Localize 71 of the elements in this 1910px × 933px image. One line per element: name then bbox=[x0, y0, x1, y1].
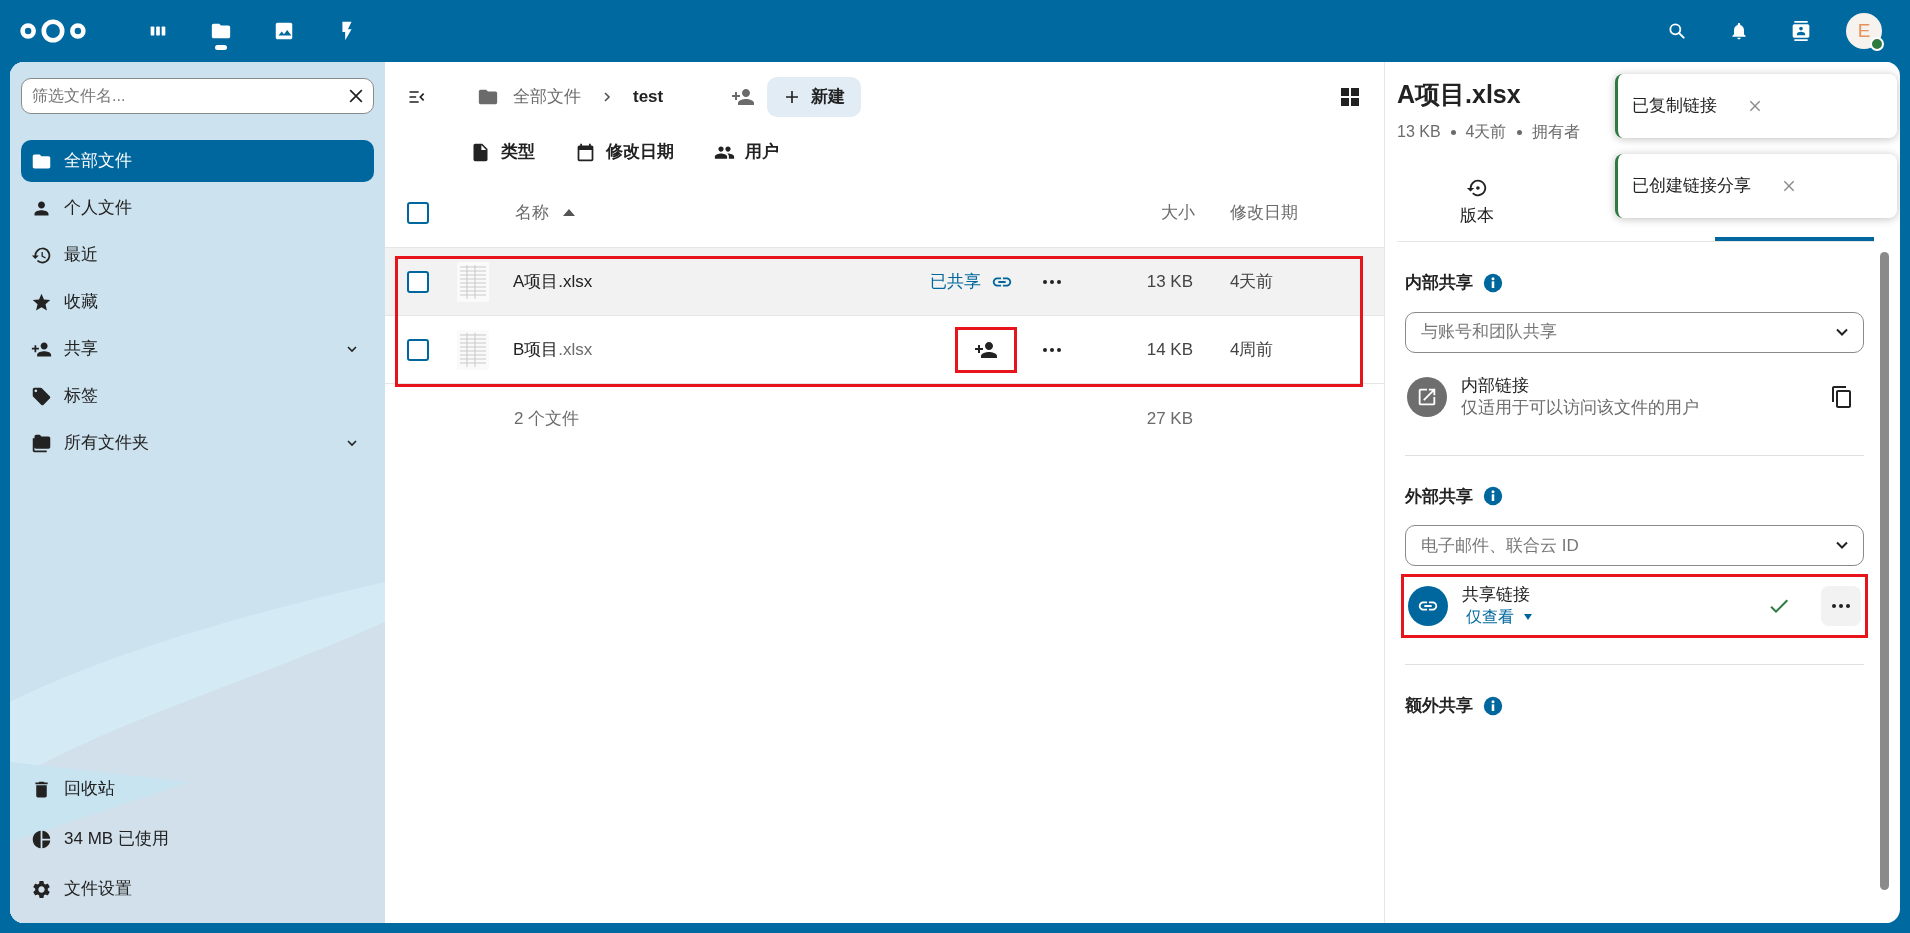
search-icon[interactable] bbox=[1667, 21, 1687, 41]
breadcrumb[interactable]: test bbox=[633, 84, 664, 110]
more-icon[interactable] bbox=[1043, 279, 1061, 284]
calendar-icon bbox=[575, 141, 596, 163]
sidebar-item[interactable]: 回收站 bbox=[21, 767, 374, 811]
modified-date: 4天前 bbox=[1230, 271, 1274, 291]
file-title: A项目.xlsx bbox=[1397, 79, 1521, 110]
file-name[interactable]: B项目.xlsx bbox=[513, 339, 593, 359]
sidebar-item[interactable]: 个人文件 bbox=[21, 187, 374, 229]
column-header[interactable]: 大小 bbox=[1161, 199, 1195, 226]
folders-icon bbox=[31, 432, 52, 454]
more-icon[interactable] bbox=[1043, 347, 1061, 352]
toast-message: 已复制链接 bbox=[1632, 95, 1717, 118]
section-title: 内部共享 bbox=[1405, 272, 1473, 294]
sidebar-item[interactable]: 共享 bbox=[21, 328, 374, 370]
link-title: 共享链接 bbox=[1462, 584, 1531, 606]
checkbox[interactable] bbox=[407, 201, 429, 224]
section-title: 额外共享 bbox=[1405, 695, 1473, 717]
copy-icon[interactable] bbox=[1830, 384, 1854, 409]
filter-button[interactable]: 类型 bbox=[470, 139, 535, 165]
link-subtitle: 仅适用于可以访问该文件的用户 bbox=[1461, 396, 1700, 419]
sidebar-item[interactable]: 标签 bbox=[21, 375, 374, 417]
settings-icon bbox=[31, 878, 52, 900]
pie-chart-icon bbox=[31, 828, 52, 850]
file-size: 14 KB bbox=[1146, 339, 1193, 359]
grid-view-icon[interactable] bbox=[1338, 85, 1362, 109]
breadcrumb[interactable]: 全部文件 bbox=[513, 84, 581, 110]
star-icon bbox=[31, 291, 52, 313]
tags-icon bbox=[31, 385, 52, 407]
sidebar-item[interactable]: 所有文件夹 bbox=[21, 422, 374, 464]
sidebar-item[interactable]: 文件设置 bbox=[21, 867, 374, 911]
sidebar-tab[interactable]: 版本 bbox=[1397, 168, 1556, 241]
file-row[interactable]: A项目.xlsx 已共享 13 KB 4天前 bbox=[385, 248, 1384, 316]
file-meta: 13 KB bbox=[1397, 122, 1441, 142]
spreadsheet-thumbnail-icon bbox=[457, 261, 489, 302]
bell-icon[interactable] bbox=[1729, 21, 1749, 41]
file-meta: 4天前 bbox=[1465, 122, 1507, 142]
filter-field[interactable]: 筛选文件名... bbox=[21, 78, 374, 114]
section-title: 外部共享 bbox=[1405, 485, 1473, 508]
sort-ascending-icon[interactable] bbox=[563, 209, 575, 216]
info-icon[interactable] bbox=[1483, 486, 1503, 507]
new-button[interactable]: 新建 bbox=[767, 77, 862, 117]
file-size: 13 KB bbox=[1146, 271, 1193, 291]
filter-button[interactable]: 修改日期 bbox=[575, 139, 674, 165]
scrollbar[interactable] bbox=[1880, 252, 1889, 890]
sidebar-item[interactable]: 全部文件 bbox=[21, 140, 374, 182]
column-header[interactable]: 名称 bbox=[515, 199, 549, 226]
more-button[interactable] bbox=[1821, 586, 1861, 626]
sidebar-item[interactable]: 最近 bbox=[21, 234, 374, 276]
checkbox[interactable] bbox=[407, 338, 429, 361]
share-search-field[interactable]: 电子邮件、联合云 ID bbox=[1405, 525, 1864, 566]
total-size: 27 KB bbox=[1145, 408, 1193, 431]
sidebar-item[interactable]: 34 MB 已使用 bbox=[21, 817, 374, 861]
modified-date: 4周前 bbox=[1230, 339, 1274, 359]
column-header[interactable]: 修改日期 bbox=[1230, 199, 1298, 226]
info-icon[interactable] bbox=[1483, 272, 1503, 293]
file-count: 2 个文件 bbox=[514, 408, 581, 431]
info-icon[interactable] bbox=[1483, 695, 1503, 716]
contacts-icon[interactable] bbox=[1791, 21, 1811, 41]
document-icon bbox=[470, 141, 491, 163]
more-icon bbox=[1832, 604, 1850, 608]
file-name[interactable]: A项目.xlsx bbox=[513, 271, 593, 291]
toast-message: 已创建链接分享 bbox=[1632, 175, 1751, 198]
permission-dropdown[interactable]: 仅查看 bbox=[1462, 606, 1532, 628]
share-search-field[interactable]: 与账号和团队共享 bbox=[1405, 311, 1864, 353]
shared-link[interactable]: 已共享 bbox=[930, 268, 1013, 295]
link-title: 内部链接 bbox=[1461, 374, 1530, 397]
sidebar-item[interactable]: 收藏 bbox=[21, 281, 374, 323]
file-meta: 拥有者 bbox=[1531, 122, 1580, 142]
filter-button[interactable]: 用户 bbox=[714, 139, 779, 165]
checkbox[interactable] bbox=[407, 270, 429, 293]
